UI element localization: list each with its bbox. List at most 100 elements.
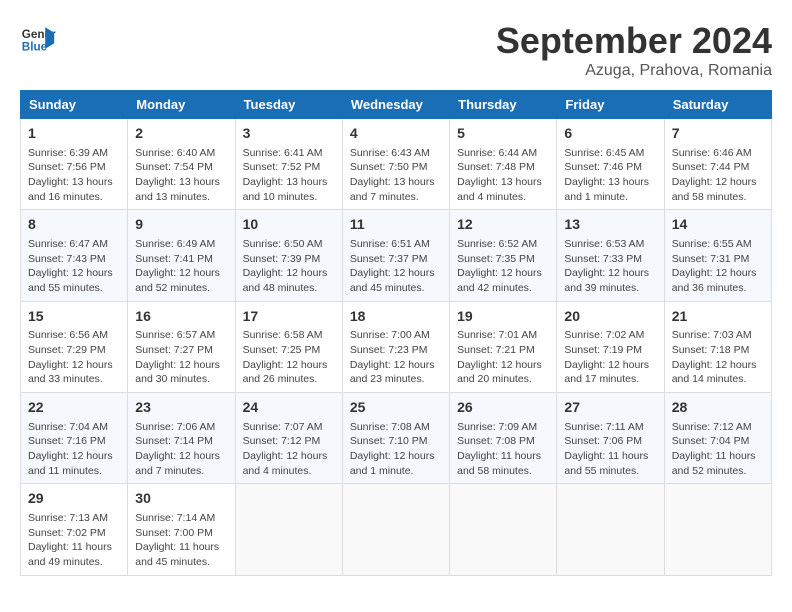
location-subtitle: Azuga, Prahova, Romania bbox=[496, 62, 772, 80]
calendar-day-cell: 7Sunrise: 6:46 AM Sunset: 7:44 PM Daylig… bbox=[664, 119, 771, 210]
weekday-header-cell: Friday bbox=[557, 91, 664, 119]
day-info: Sunrise: 6:51 AM Sunset: 7:37 PM Dayligh… bbox=[350, 237, 442, 296]
day-info: Sunrise: 7:06 AM Sunset: 7:14 PM Dayligh… bbox=[135, 420, 227, 479]
day-number: 18 bbox=[350, 307, 442, 327]
weekday-header-row: SundayMondayTuesdayWednesdayThursdayFrid… bbox=[21, 91, 772, 119]
weekday-header-cell: Saturday bbox=[664, 91, 771, 119]
calendar-day-cell: 23Sunrise: 7:06 AM Sunset: 7:14 PM Dayli… bbox=[128, 393, 235, 484]
calendar-day-cell: 3Sunrise: 6:41 AM Sunset: 7:52 PM Daylig… bbox=[235, 119, 342, 210]
day-info: Sunrise: 6:55 AM Sunset: 7:31 PM Dayligh… bbox=[672, 237, 764, 296]
day-number: 6 bbox=[564, 124, 656, 144]
page-header: General Blue September 2024 Azuga, Praho… bbox=[20, 20, 772, 80]
weekday-header-cell: Monday bbox=[128, 91, 235, 119]
calendar-day-cell: 24Sunrise: 7:07 AM Sunset: 7:12 PM Dayli… bbox=[235, 393, 342, 484]
day-info: Sunrise: 6:53 AM Sunset: 7:33 PM Dayligh… bbox=[564, 237, 656, 296]
weekday-header-cell: Wednesday bbox=[342, 91, 449, 119]
calendar-day-cell: 20Sunrise: 7:02 AM Sunset: 7:19 PM Dayli… bbox=[557, 301, 664, 392]
calendar-day-cell: 30Sunrise: 7:14 AM Sunset: 7:00 PM Dayli… bbox=[128, 484, 235, 575]
day-info: Sunrise: 6:49 AM Sunset: 7:41 PM Dayligh… bbox=[135, 237, 227, 296]
calendar-day-cell bbox=[342, 484, 449, 575]
weekday-header-cell: Tuesday bbox=[235, 91, 342, 119]
calendar-day-cell: 17Sunrise: 6:58 AM Sunset: 7:25 PM Dayli… bbox=[235, 301, 342, 392]
calendar-day-cell: 1Sunrise: 6:39 AM Sunset: 7:56 PM Daylig… bbox=[21, 119, 128, 210]
calendar-day-cell: 12Sunrise: 6:52 AM Sunset: 7:35 PM Dayli… bbox=[450, 210, 557, 301]
day-info: Sunrise: 6:56 AM Sunset: 7:29 PM Dayligh… bbox=[28, 328, 120, 387]
day-number: 24 bbox=[243, 398, 335, 418]
day-number: 8 bbox=[28, 215, 120, 235]
logo: General Blue bbox=[20, 20, 56, 56]
day-info: Sunrise: 6:46 AM Sunset: 7:44 PM Dayligh… bbox=[672, 146, 764, 205]
calendar-day-cell: 9Sunrise: 6:49 AM Sunset: 7:41 PM Daylig… bbox=[128, 210, 235, 301]
calendar-day-cell: 21Sunrise: 7:03 AM Sunset: 7:18 PM Dayli… bbox=[664, 301, 771, 392]
day-number: 28 bbox=[672, 398, 764, 418]
calendar-day-cell: 4Sunrise: 6:43 AM Sunset: 7:50 PM Daylig… bbox=[342, 119, 449, 210]
month-title: September 2024 bbox=[496, 20, 772, 62]
weekday-header-cell: Thursday bbox=[450, 91, 557, 119]
calendar-day-cell bbox=[664, 484, 771, 575]
day-number: 25 bbox=[350, 398, 442, 418]
calendar-day-cell: 10Sunrise: 6:50 AM Sunset: 7:39 PM Dayli… bbox=[235, 210, 342, 301]
calendar-day-cell: 5Sunrise: 6:44 AM Sunset: 7:48 PM Daylig… bbox=[450, 119, 557, 210]
calendar-day-cell: 6Sunrise: 6:45 AM Sunset: 7:46 PM Daylig… bbox=[557, 119, 664, 210]
day-info: Sunrise: 7:09 AM Sunset: 7:08 PM Dayligh… bbox=[457, 420, 549, 479]
day-number: 13 bbox=[564, 215, 656, 235]
day-number: 14 bbox=[672, 215, 764, 235]
day-number: 7 bbox=[672, 124, 764, 144]
day-number: 12 bbox=[457, 215, 549, 235]
logo-icon: General Blue bbox=[20, 20, 56, 56]
calendar-day-cell: 2Sunrise: 6:40 AM Sunset: 7:54 PM Daylig… bbox=[128, 119, 235, 210]
day-number: 2 bbox=[135, 124, 227, 144]
calendar-day-cell: 28Sunrise: 7:12 AM Sunset: 7:04 PM Dayli… bbox=[664, 393, 771, 484]
day-info: Sunrise: 6:58 AM Sunset: 7:25 PM Dayligh… bbox=[243, 328, 335, 387]
calendar-day-cell: 11Sunrise: 6:51 AM Sunset: 7:37 PM Dayli… bbox=[342, 210, 449, 301]
calendar-day-cell: 8Sunrise: 6:47 AM Sunset: 7:43 PM Daylig… bbox=[21, 210, 128, 301]
day-info: Sunrise: 7:07 AM Sunset: 7:12 PM Dayligh… bbox=[243, 420, 335, 479]
calendar-week-row: 29Sunrise: 7:13 AM Sunset: 7:02 PM Dayli… bbox=[21, 484, 772, 575]
day-info: Sunrise: 6:43 AM Sunset: 7:50 PM Dayligh… bbox=[350, 146, 442, 205]
day-number: 11 bbox=[350, 215, 442, 235]
calendar-day-cell bbox=[557, 484, 664, 575]
day-number: 26 bbox=[457, 398, 549, 418]
day-info: Sunrise: 6:52 AM Sunset: 7:35 PM Dayligh… bbox=[457, 237, 549, 296]
day-info: Sunrise: 7:14 AM Sunset: 7:00 PM Dayligh… bbox=[135, 511, 227, 570]
calendar-week-row: 15Sunrise: 6:56 AM Sunset: 7:29 PM Dayli… bbox=[21, 301, 772, 392]
day-info: Sunrise: 7:08 AM Sunset: 7:10 PM Dayligh… bbox=[350, 420, 442, 479]
day-info: Sunrise: 6:39 AM Sunset: 7:56 PM Dayligh… bbox=[28, 146, 120, 205]
day-info: Sunrise: 7:00 AM Sunset: 7:23 PM Dayligh… bbox=[350, 328, 442, 387]
day-info: Sunrise: 6:57 AM Sunset: 7:27 PM Dayligh… bbox=[135, 328, 227, 387]
calendar-day-cell bbox=[450, 484, 557, 575]
day-number: 27 bbox=[564, 398, 656, 418]
calendar-day-cell: 15Sunrise: 6:56 AM Sunset: 7:29 PM Dayli… bbox=[21, 301, 128, 392]
calendar-week-row: 8Sunrise: 6:47 AM Sunset: 7:43 PM Daylig… bbox=[21, 210, 772, 301]
day-number: 22 bbox=[28, 398, 120, 418]
calendar-table: SundayMondayTuesdayWednesdayThursdayFrid… bbox=[20, 90, 772, 576]
day-info: Sunrise: 7:13 AM Sunset: 7:02 PM Dayligh… bbox=[28, 511, 120, 570]
day-number: 19 bbox=[457, 307, 549, 327]
calendar-day-cell: 29Sunrise: 7:13 AM Sunset: 7:02 PM Dayli… bbox=[21, 484, 128, 575]
day-number: 29 bbox=[28, 489, 120, 509]
day-info: Sunrise: 7:03 AM Sunset: 7:18 PM Dayligh… bbox=[672, 328, 764, 387]
day-info: Sunrise: 7:04 AM Sunset: 7:16 PM Dayligh… bbox=[28, 420, 120, 479]
day-number: 10 bbox=[243, 215, 335, 235]
day-number: 15 bbox=[28, 307, 120, 327]
day-info: Sunrise: 6:41 AM Sunset: 7:52 PM Dayligh… bbox=[243, 146, 335, 205]
day-info: Sunrise: 6:50 AM Sunset: 7:39 PM Dayligh… bbox=[243, 237, 335, 296]
weekday-header-cell: Sunday bbox=[21, 91, 128, 119]
svg-text:Blue: Blue bbox=[22, 41, 48, 54]
calendar-day-cell: 19Sunrise: 7:01 AM Sunset: 7:21 PM Dayli… bbox=[450, 301, 557, 392]
calendar-day-cell: 16Sunrise: 6:57 AM Sunset: 7:27 PM Dayli… bbox=[128, 301, 235, 392]
calendar-day-cell: 27Sunrise: 7:11 AM Sunset: 7:06 PM Dayli… bbox=[557, 393, 664, 484]
day-info: Sunrise: 7:02 AM Sunset: 7:19 PM Dayligh… bbox=[564, 328, 656, 387]
calendar-week-row: 1Sunrise: 6:39 AM Sunset: 7:56 PM Daylig… bbox=[21, 119, 772, 210]
day-number: 9 bbox=[135, 215, 227, 235]
calendar-day-cell: 26Sunrise: 7:09 AM Sunset: 7:08 PM Dayli… bbox=[450, 393, 557, 484]
calendar-day-cell: 14Sunrise: 6:55 AM Sunset: 7:31 PM Dayli… bbox=[664, 210, 771, 301]
day-info: Sunrise: 6:47 AM Sunset: 7:43 PM Dayligh… bbox=[28, 237, 120, 296]
day-info: Sunrise: 6:45 AM Sunset: 7:46 PM Dayligh… bbox=[564, 146, 656, 205]
day-info: Sunrise: 6:40 AM Sunset: 7:54 PM Dayligh… bbox=[135, 146, 227, 205]
calendar-day-cell: 25Sunrise: 7:08 AM Sunset: 7:10 PM Dayli… bbox=[342, 393, 449, 484]
calendar-week-row: 22Sunrise: 7:04 AM Sunset: 7:16 PM Dayli… bbox=[21, 393, 772, 484]
day-number: 5 bbox=[457, 124, 549, 144]
day-number: 16 bbox=[135, 307, 227, 327]
day-number: 23 bbox=[135, 398, 227, 418]
